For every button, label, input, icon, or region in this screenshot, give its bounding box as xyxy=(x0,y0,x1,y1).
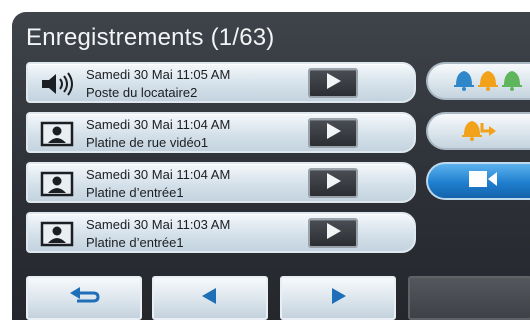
play-icon xyxy=(323,121,343,146)
play-button[interactable] xyxy=(308,218,358,248)
play-icon xyxy=(323,171,343,196)
back-arrow-icon xyxy=(67,286,101,311)
person-video-icon xyxy=(38,120,76,147)
recording-date: Samedi 30 Mai 11:04 AM xyxy=(86,117,231,132)
bells-icon xyxy=(452,67,526,96)
play-icon xyxy=(323,71,343,96)
recording-row-3[interactable]: Samedi 30 Mai 11:04 AM Platine d’entrée1 xyxy=(26,162,416,203)
play-icon xyxy=(323,221,343,246)
recording-row-2[interactable]: Samedi 30 Mai 11:04 AM Platine de rue vi… xyxy=(26,112,416,153)
bells-filter-button[interactable] xyxy=(426,62,530,100)
blank-button xyxy=(408,276,530,320)
transfer-filter-button[interactable] xyxy=(426,112,530,150)
person-video-icon xyxy=(38,220,76,247)
left-arrow-icon xyxy=(200,286,220,311)
video-filter-button[interactable] xyxy=(426,162,530,200)
recording-row-4[interactable]: Samedi 30 Mai 11:03 AM Platine d’entrée1 xyxy=(26,212,416,253)
right-arrow-icon xyxy=(328,286,348,311)
next-button[interactable] xyxy=(280,276,396,320)
play-button[interactable] xyxy=(308,68,358,98)
recording-date: Samedi 30 Mai 11:03 AM xyxy=(86,217,231,232)
page-title: Enregistrements (1/63) xyxy=(26,24,275,51)
recording-date: Samedi 30 Mai 11:04 AM xyxy=(86,167,231,182)
play-button[interactable] xyxy=(308,168,358,198)
recording-source: Platine de rue vidéo1 xyxy=(86,135,209,150)
bell-transfer-icon xyxy=(462,117,496,146)
screen: Enregistrements (1/63) Samedi 30 Mai 11:… xyxy=(12,12,530,320)
play-button[interactable] xyxy=(308,118,358,148)
speaker-icon xyxy=(38,70,76,97)
previous-button[interactable] xyxy=(152,276,268,320)
person-video-icon xyxy=(38,170,76,197)
recording-date: Samedi 30 Mai 11:05 AM xyxy=(86,67,231,82)
recording-source: Platine d’entrée1 xyxy=(86,185,184,200)
recording-source: Platine d’entrée1 xyxy=(86,235,184,250)
recording-source: Poste du locataire2 xyxy=(86,85,198,100)
recording-row-1[interactable]: Samedi 30 Mai 11:05 AM Poste du locatair… xyxy=(26,62,416,103)
back-button[interactable] xyxy=(26,276,142,320)
video-camera-icon xyxy=(468,169,498,194)
